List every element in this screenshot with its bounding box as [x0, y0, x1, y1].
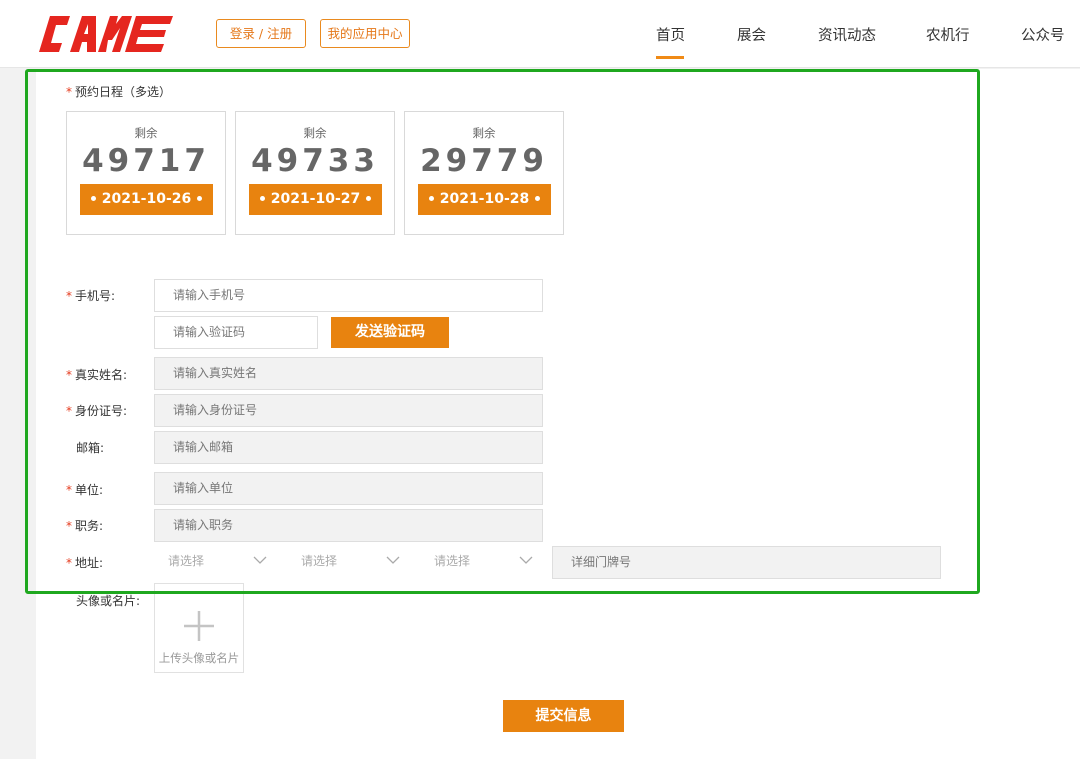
send-code-button[interactable]: 发送验证码: [331, 317, 449, 348]
company-input[interactable]: 请输入单位: [154, 472, 543, 505]
login-register-button[interactable]: 登录 / 注册: [216, 19, 306, 48]
dot-icon: [259, 195, 265, 201]
company-label: * 单位:: [66, 483, 104, 497]
remain-count: 29779: [420, 143, 548, 179]
schedule-date-button[interactable]: 2021-10-27: [249, 184, 382, 215]
nav-home[interactable]: 首页: [656, 24, 685, 45]
phone-label: * 手机号:: [66, 289, 116, 303]
schedule-card-1[interactable]: 剩余 49717 2021-10-26: [66, 111, 226, 235]
schedule-date-button[interactable]: 2021-10-28: [418, 184, 551, 215]
nav-news[interactable]: 资讯动态: [818, 24, 876, 45]
real-name-input[interactable]: 请输入真实姓名: [154, 357, 543, 390]
app-center-button[interactable]: 我的应用中心: [320, 19, 410, 48]
chevron-down-icon: [386, 556, 400, 564]
dot-icon: [90, 195, 96, 201]
nav-agri-machinery[interactable]: 农机行: [926, 24, 970, 45]
remain-count: 49717: [82, 143, 210, 179]
nav-exhibition[interactable]: 展会: [737, 24, 766, 45]
chevron-down-icon: [519, 556, 533, 564]
nav-official-account[interactable]: 公众号: [1021, 24, 1065, 45]
schedule-date-button[interactable]: 2021-10-26: [80, 184, 213, 215]
dot-icon: [366, 195, 372, 201]
position-input[interactable]: 请输入职务: [154, 509, 543, 542]
avatar-label: 头像或名片:: [76, 594, 141, 608]
schedule-card-2[interactable]: 剩余 49733 2021-10-27: [235, 111, 395, 235]
district-select[interactable]: 请选择: [420, 546, 543, 578]
verification-code-input[interactable]: 请输入验证码: [154, 316, 318, 349]
top-header: 登录 / 注册 我的应用中心 首页 展会 资讯动态 农机行 公众号: [0, 0, 1080, 68]
required-mark: *: [66, 85, 72, 99]
phone-input[interactable]: 请输入手机号: [154, 279, 543, 312]
submit-button[interactable]: 提交信息: [503, 700, 624, 732]
position-label: * 职务:: [66, 519, 104, 533]
remain-label: 剩余: [303, 126, 327, 140]
real-name-label: * 真实姓名:: [66, 368, 128, 382]
province-select[interactable]: 请选择: [154, 546, 277, 578]
plus-icon: [184, 611, 214, 641]
dot-icon: [197, 195, 203, 201]
upload-label: 上传头像或名片: [158, 651, 240, 665]
city-select[interactable]: 请选择: [287, 546, 410, 578]
email-label: 邮箱:: [76, 441, 105, 455]
active-nav-indicator: [656, 56, 684, 59]
schedule-card-3[interactable]: 剩余 29779 2021-10-28: [404, 111, 564, 235]
dot-icon: [428, 195, 434, 201]
dot-icon: [535, 195, 541, 201]
address-detail-input[interactable]: 详细门牌号: [552, 546, 941, 579]
remain-label: 剩余: [134, 126, 158, 140]
remain-label: 剩余: [472, 126, 496, 140]
email-input[interactable]: 请输入邮箱: [154, 431, 543, 464]
id-number-input[interactable]: 请输入身份证号: [154, 394, 543, 427]
chevron-down-icon: [253, 556, 267, 564]
upload-avatar-button[interactable]: 上传头像或名片: [154, 583, 244, 673]
came-logo[interactable]: [36, 14, 176, 54]
id-number-label: * 身份证号:: [66, 404, 128, 418]
remain-count: 49733: [251, 143, 379, 179]
address-label: * 地址:: [66, 556, 104, 570]
schedule-label: * 预约日程（多选）: [66, 85, 172, 99]
